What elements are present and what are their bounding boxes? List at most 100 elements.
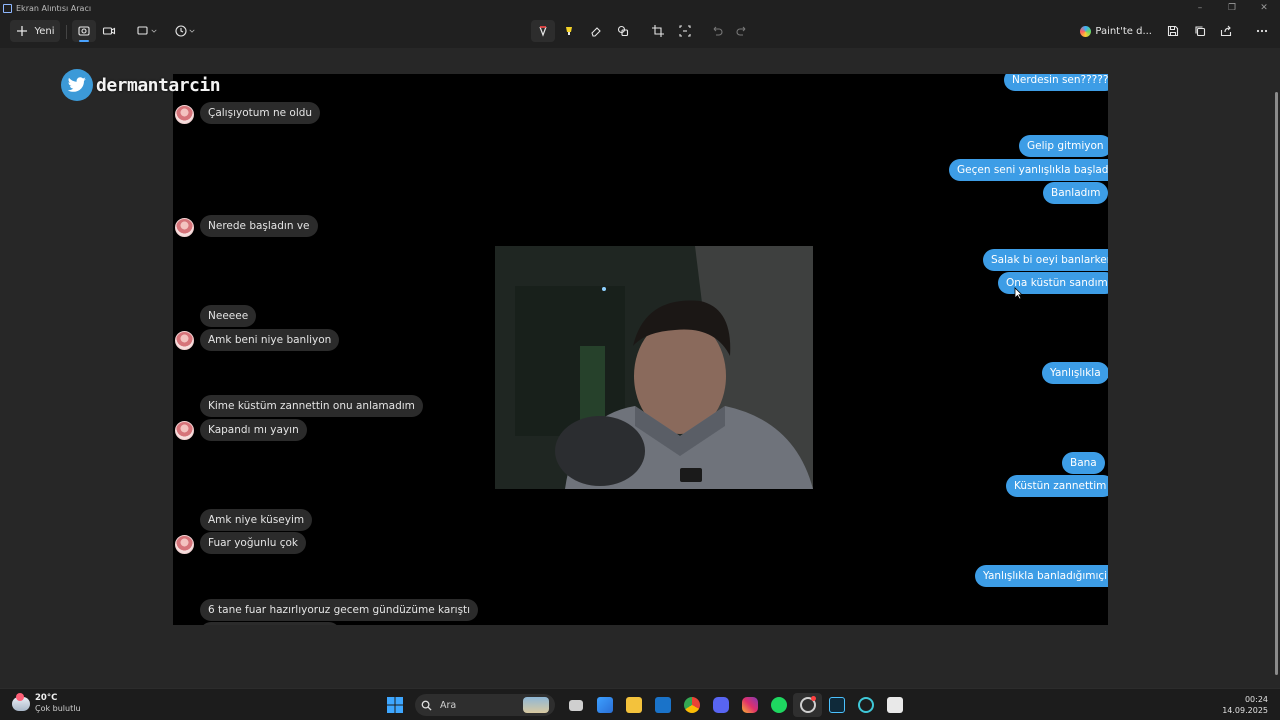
- obs-like-app-button[interactable]: [880, 693, 909, 717]
- incoming-message: Amk beni niye banliyon: [200, 329, 340, 351]
- outgoing-message: Banladım: [1043, 182, 1108, 204]
- terminal-button[interactable]: [822, 693, 851, 717]
- taskbar-search-box[interactable]: Ara: [415, 694, 555, 716]
- instagram-button[interactable]: [735, 693, 764, 717]
- snipping-tool-app-icon: [3, 3, 12, 13]
- system-clock[interactable]: 00:24 14.09.2025: [1222, 694, 1268, 716]
- outgoing-message: Gelip gitmiyon: [1019, 135, 1108, 157]
- discord-button[interactable]: [706, 693, 735, 717]
- incoming-message-partial: [200, 622, 340, 625]
- more-dots-icon: [1256, 29, 1268, 33]
- weather-temperature: 20°C: [35, 693, 58, 703]
- weather-widget[interactable]: 20°C Çok bulutlu: [12, 692, 81, 714]
- eraser-tool[interactable]: [584, 20, 608, 42]
- taskbar-apps: Ara: [380, 693, 909, 717]
- text-actions-tool[interactable]: [673, 20, 697, 42]
- text-scan-icon: [679, 25, 691, 37]
- windows-logo-icon: [386, 697, 403, 713]
- incoming-message: Kime küstüm zannettin onu anlamadım: [200, 395, 423, 417]
- vertical-scrollbar[interactable]: [1275, 92, 1278, 675]
- task-view-button[interactable]: [561, 693, 590, 717]
- shapes-tool[interactable]: [611, 20, 635, 42]
- rectangle-snip-icon: [137, 26, 148, 35]
- active-indicator: [79, 40, 89, 42]
- share-button[interactable]: [1214, 20, 1238, 42]
- search-icon: [421, 700, 432, 711]
- outgoing-message: Geçen seni yanlışlıkla başladım: [949, 159, 1108, 181]
- taskbar: 20°C Çok bulutlu Ara 00:24 14.09.2025: [0, 688, 1280, 720]
- incoming-message: Çalışıyotum ne oldu: [200, 102, 321, 124]
- incoming-message: Amk niye küseyim: [200, 509, 313, 531]
- clock-time: 00:24: [1244, 695, 1268, 704]
- contact-avatar: [175, 535, 194, 554]
- toolbar: Yeni Paint'te d...: [0, 16, 1280, 48]
- restore-button[interactable]: ❐: [1216, 0, 1248, 16]
- redo-icon: [736, 26, 746, 36]
- redo-button[interactable]: [730, 20, 754, 42]
- video-mode-button[interactable]: [97, 20, 121, 42]
- window-title: Ekran Alıntısı Aracı: [16, 3, 92, 13]
- save-icon: [1167, 25, 1179, 37]
- undo-icon: [713, 26, 723, 36]
- terminal-icon: [828, 697, 845, 713]
- outgoing-message: Yanlışlıkla: [1042, 362, 1108, 384]
- captured-image[interactable]: Nerdesin sen????? Çalışıyotum ne oldu Ge…: [173, 74, 1108, 625]
- crop-tool[interactable]: [646, 20, 670, 42]
- webcam-overlay: [495, 246, 813, 489]
- clock-date: 14.09.2025: [1222, 706, 1268, 715]
- chevron-down-icon: [151, 29, 157, 33]
- file-explorer-button[interactable]: [619, 693, 648, 717]
- instagram-icon: [741, 697, 758, 713]
- contact-avatar: [175, 331, 194, 350]
- plus-icon: [17, 26, 28, 36]
- notification-dot: [811, 696, 816, 701]
- save-button[interactable]: [1161, 20, 1185, 42]
- folder-icon: [625, 697, 642, 713]
- delay-timer-dropdown[interactable]: [170, 20, 200, 42]
- sync-app-button[interactable]: [851, 693, 880, 717]
- open-in-paint-button[interactable]: Paint'te d...: [1080, 20, 1152, 42]
- chrome-button[interactable]: [677, 693, 706, 717]
- discord-icon: [712, 697, 729, 713]
- outgoing-message: Bana: [1062, 452, 1105, 474]
- video-camera-icon: [102, 27, 116, 35]
- snipping-tool-taskbar-button[interactable]: [793, 693, 822, 717]
- copy-button[interactable]: [1188, 20, 1212, 42]
- contact-avatar: [175, 218, 194, 237]
- more-options-button[interactable]: [1250, 20, 1274, 42]
- search-highlight-icon: [523, 697, 549, 713]
- snip-shape-dropdown[interactable]: [132, 20, 162, 42]
- screenshot-mode-button[interactable]: [72, 20, 96, 42]
- clock-icon: [175, 25, 187, 37]
- pen-icon: [539, 26, 547, 37]
- ballpoint-pen-tool[interactable]: [531, 20, 555, 42]
- title-bar: Ekran Alıntısı Aracı – ❐ ✕: [0, 0, 1280, 16]
- paint-icon: [1080, 25, 1092, 37]
- contact-avatar: [175, 105, 194, 124]
- incoming-message: Kapandı mı yayın: [200, 419, 307, 441]
- chrome-icon: [683, 697, 700, 713]
- twitter-watermark: dermantarcin: [61, 69, 221, 101]
- close-button[interactable]: ✕: [1248, 0, 1280, 16]
- sync-icon: [857, 697, 874, 713]
- minimize-button[interactable]: –: [1184, 0, 1216, 16]
- microsoft-store-button[interactable]: [590, 693, 619, 717]
- incoming-message: 6 tane fuar hazırlıyoruz gecem gündüzüme…: [200, 599, 479, 621]
- new-snip-button[interactable]: Yeni: [10, 20, 60, 42]
- share-icon: [1220, 25, 1232, 37]
- outlook-button[interactable]: [648, 693, 677, 717]
- spotify-icon: [770, 697, 787, 713]
- streamer-webcam-image: [495, 246, 813, 489]
- crop-icon: [652, 25, 664, 37]
- twitter-bird-icon: [61, 69, 93, 101]
- outgoing-message: Salak bi oeyi banlarken: [983, 249, 1108, 271]
- copy-icon: [1195, 26, 1206, 37]
- highlighter-tool[interactable]: [557, 20, 581, 42]
- chevron-down-icon: [189, 29, 195, 33]
- spotify-button[interactable]: [764, 693, 793, 717]
- new-snip-label: Yeni: [34, 25, 55, 37]
- undo-button[interactable]: [705, 20, 729, 42]
- eraser-icon: [591, 27, 601, 37]
- outgoing-message: Yanlışlıkla banladığımıçin: [975, 565, 1108, 587]
- start-button[interactable]: [380, 693, 409, 717]
